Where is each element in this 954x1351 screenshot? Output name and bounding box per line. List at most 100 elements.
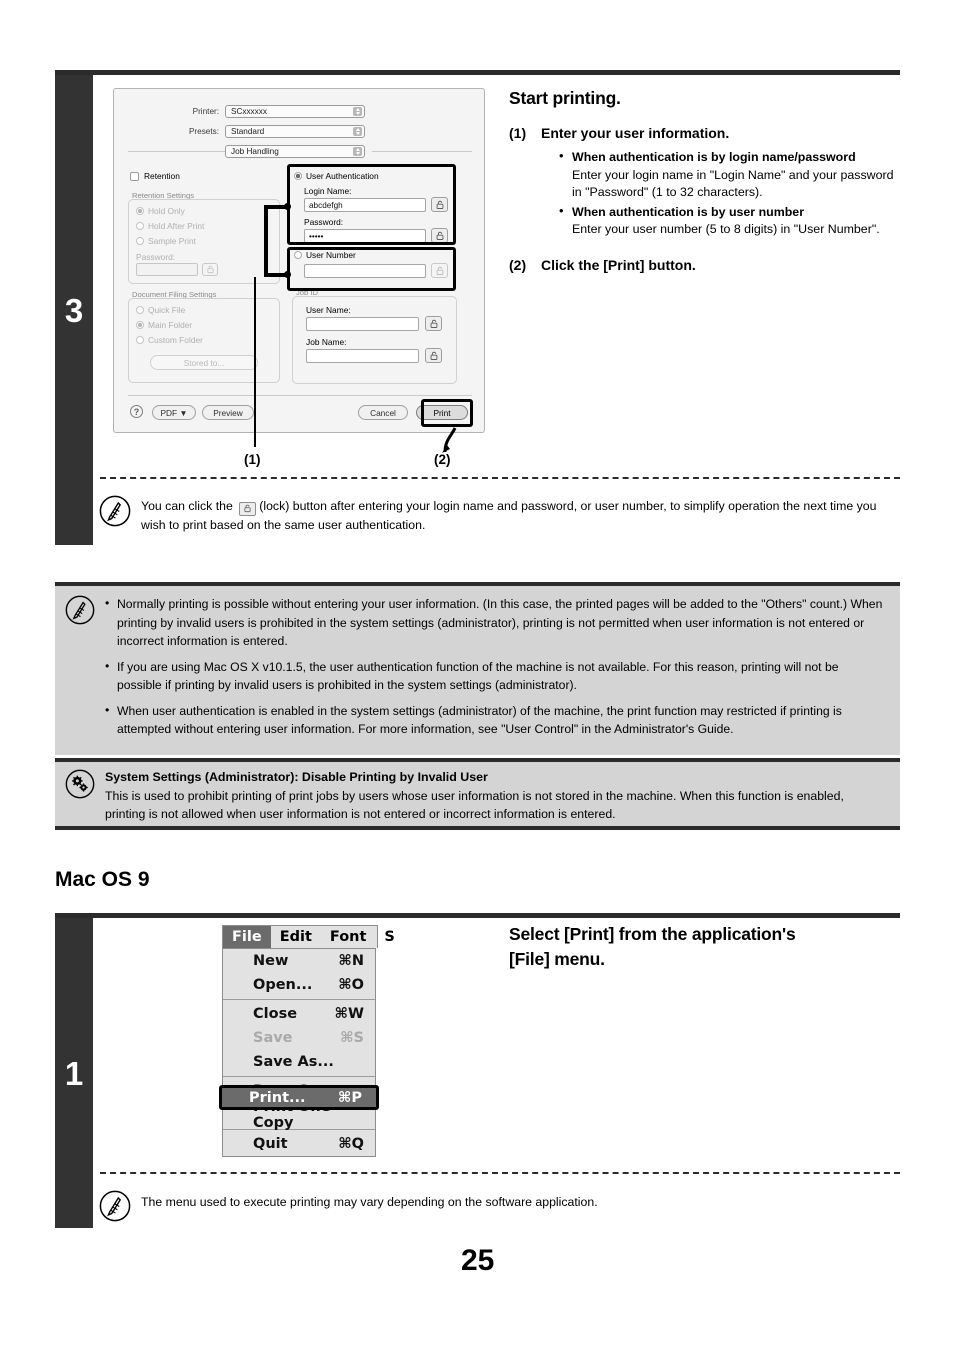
radio-icon [136, 336, 144, 344]
help-button[interactable]: ? [130, 405, 143, 418]
step-3-text-column: Start printing. (1) Enter your user info… [509, 88, 904, 273]
menu-item-shortcut: ⌘W [334, 1006, 364, 1022]
callout-1-vertical [264, 205, 268, 277]
list-item: When authentication is by user number En… [559, 203, 904, 239]
sysbox-title: System Settings (Administrator): Disable… [105, 770, 488, 784]
step-3-top-rule [55, 70, 900, 75]
menu-item-print-highlighted[interactable]: Print... ⌘P [219, 1085, 379, 1110]
step-3-heading: Start printing. [509, 88, 621, 108]
pane-divider-right [372, 151, 472, 152]
login-name-field[interactable]: abcdefgh [304, 198, 426, 212]
radio-icon [136, 306, 144, 314]
notes-box-top-rule [55, 582, 900, 586]
user-number-radio[interactable]: User Number [294, 250, 356, 260]
pdf-label: PDF ▼ [160, 407, 188, 418]
menu-item-quit[interactable]: Quit ⌘Q [223, 1132, 375, 1156]
retention-option-sample-print[interactable]: Sample Print [136, 236, 196, 246]
step-3-dashed-rule [100, 477, 900, 479]
retention-option-label: Sample Print [148, 236, 196, 246]
lock-icon-button[interactable] [431, 228, 448, 243]
job-name-label: Job Name: [306, 337, 347, 347]
bullet-body: Enter your login name in "Login Name" an… [572, 167, 894, 200]
menubar-item-edit[interactable]: Edit [271, 926, 321, 949]
notes-list: Normally printing is possible without en… [105, 594, 886, 739]
radio-icon [136, 321, 144, 329]
step-3-number-bar: 3 [55, 75, 93, 545]
mac-os-9-file-menu: File Edit Font S New ⌘N Open... ⌘O Close… [219, 925, 395, 1158]
menu-item-label: Quit [253, 1136, 288, 1152]
menu-item-label: New [253, 953, 289, 969]
pane-select[interactable]: Job Handling [225, 145, 365, 158]
notes-info-box: Normally printing is possible without en… [55, 582, 900, 755]
callout-1-number: (1) [244, 452, 261, 467]
pdf-button[interactable]: PDF ▼ [152, 405, 196, 420]
menu-item-shortcut: ⌘O [338, 977, 364, 993]
list-item: If you are using Mac OS X v10.1.5, the u… [105, 657, 886, 695]
sysbox-bottom-rule [55, 826, 900, 830]
menubar-item-font[interactable]: Font [321, 926, 376, 949]
printer-select[interactable]: SCxxxxxx [225, 105, 365, 118]
preview-button[interactable]: Preview [202, 405, 254, 420]
menu-item-shortcut: ⌘N [338, 953, 364, 969]
menu-item-save-as[interactable]: Save As... [223, 1050, 375, 1074]
menu-item-close[interactable]: Close ⌘W [223, 1002, 375, 1026]
chevron-updown-icon [353, 107, 362, 116]
cancel-button[interactable]: Cancel [358, 405, 408, 420]
lock-icon-button[interactable] [431, 197, 448, 212]
printer-value: SCxxxxxx [231, 107, 267, 116]
print-button[interactable]: Print [416, 405, 468, 420]
presets-row: Presets: Standard [114, 125, 484, 138]
menubar-item-s[interactable]: S [375, 926, 403, 949]
substep-1-label: (1) [509, 125, 527, 141]
menubar-item-file[interactable]: File [223, 925, 271, 949]
step-3-note: You can click the (lock) button after en… [99, 495, 904, 535]
sysbox-content: System Settings (Administrator): Disable… [55, 758, 900, 834]
pane-divider-left [128, 151, 226, 152]
callout-2-number: (2) [434, 452, 451, 467]
menu-separator [223, 999, 375, 1000]
filing-option-main-folder[interactable]: Main Folder [136, 320, 192, 330]
presets-select[interactable]: Standard [225, 125, 365, 138]
retention-label: Retention [144, 171, 180, 181]
macos9-step-number-bar: 1 [55, 918, 93, 1228]
filing-option-label: Quick File [148, 305, 186, 315]
login-name-value: abcdefgh [309, 200, 343, 210]
radio-icon [136, 237, 144, 245]
retention-checkbox[interactable]: Retention [130, 171, 180, 181]
retention-password-field[interactable] [136, 263, 198, 276]
callout-1-dot-top [284, 203, 291, 210]
menu-item-open[interactable]: Open... ⌘O [223, 973, 375, 997]
user-authentication-radio[interactable]: User Authentication [294, 171, 379, 181]
lock-icon-button[interactable] [431, 263, 448, 278]
filing-option-label: Custom Folder [148, 335, 203, 345]
menu-item-new[interactable]: New ⌘N [223, 949, 375, 973]
menu-item-label: Save [253, 1030, 293, 1046]
lock-icon-button[interactable] [425, 316, 442, 331]
filing-option-custom-folder[interactable]: Custom Folder [136, 335, 203, 345]
menu-bar: File Edit Font S [222, 925, 395, 949]
user-name-field[interactable] [306, 317, 419, 331]
password-field[interactable]: ••••• [304, 229, 426, 243]
menu-item-label: Open... [253, 977, 313, 993]
pencil-note-icon [99, 1190, 131, 1222]
filing-option-quick-file[interactable]: Quick File [136, 305, 185, 315]
step-3-number: 3 [64, 291, 84, 329]
login-name-label: Login Name: [304, 186, 352, 196]
password-value: ••••• [309, 231, 324, 241]
chevron-updown-icon [353, 127, 362, 136]
stored-to-button[interactable]: Stored to... [150, 355, 258, 370]
lock-icon [430, 319, 437, 328]
lock-icon-button[interactable] [425, 348, 442, 363]
retention-option-label: Hold After Print [148, 221, 205, 231]
pane-value: Job Handling [231, 147, 279, 156]
list-item: Normally printing is possible without en… [105, 594, 886, 651]
sysbox-top-rule [55, 758, 900, 762]
retention-option-hold-after-print[interactable]: Hold After Print [136, 221, 204, 231]
user-number-field[interactable] [304, 264, 426, 278]
lock-icon-button[interactable] [202, 263, 218, 276]
substep-2: (2) Click the [Print] button. [509, 257, 904, 273]
radio-icon [294, 251, 302, 259]
list-item: When authentication is by login name/pas… [559, 148, 904, 202]
job-name-field[interactable] [306, 349, 419, 363]
retention-option-hold-only[interactable]: Hold Only [136, 206, 185, 216]
